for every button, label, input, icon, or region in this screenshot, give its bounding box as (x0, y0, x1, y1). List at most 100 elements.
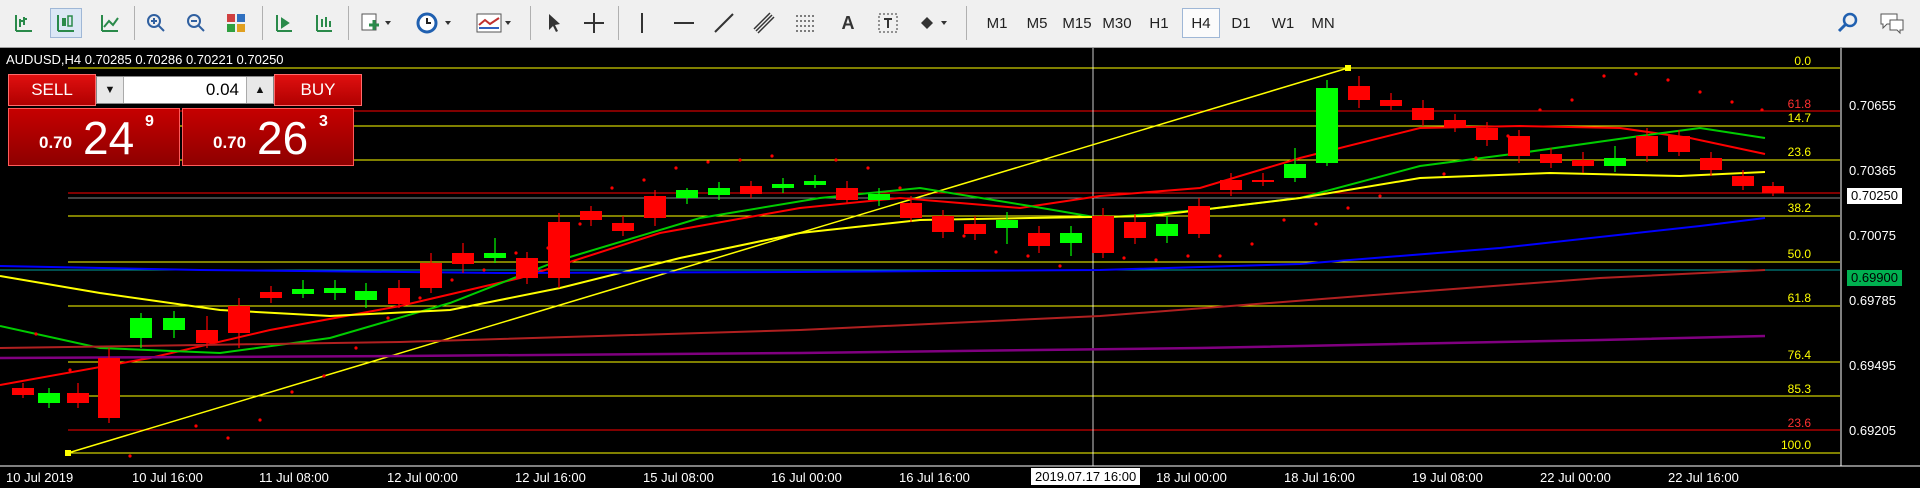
candlestick-icon[interactable] (50, 8, 82, 38)
fib-level-label: 0.0 (1794, 54, 1811, 68)
timeframe-m5[interactable]: M5 (1018, 8, 1056, 38)
sar-dot (1442, 172, 1446, 176)
text-label-icon[interactable] (872, 8, 904, 38)
candle-body (98, 358, 120, 418)
sar-dot (322, 374, 326, 378)
candle-body (1444, 120, 1466, 128)
text-icon[interactable]: A (832, 8, 864, 38)
candle-body (12, 388, 34, 395)
candle-body (964, 224, 986, 234)
lot-size-control: ▼ ▲ (96, 76, 274, 104)
timeframe-h4[interactable]: H4 (1182, 8, 1220, 38)
chart-shift-icon[interactable] (308, 8, 340, 38)
candle-body (228, 306, 250, 333)
equidistant-channel-icon[interactable] (748, 8, 780, 38)
cursor-icon[interactable] (538, 8, 570, 38)
fib-level-label: 61.8 (1787, 291, 1811, 305)
sar-dot (1122, 256, 1126, 260)
sell-price-box[interactable]: 0.70 24 9 (8, 108, 180, 166)
fibonacci-icon[interactable] (790, 8, 822, 38)
vertical-line-icon[interactable] (626, 8, 658, 38)
horizontal-line-icon[interactable] (668, 8, 700, 38)
buy-button[interactable]: BUY (274, 74, 362, 106)
timeframe-w1[interactable]: W1 (1264, 8, 1302, 38)
sar-dot (290, 390, 294, 394)
buy-price-box[interactable]: 0.70 26 3 (182, 108, 354, 166)
candle-body (612, 223, 634, 231)
candle-body (1348, 86, 1370, 100)
chat-icon[interactable] (1874, 8, 1910, 38)
auto-scroll-icon[interactable] (268, 8, 300, 38)
candle-body (484, 253, 506, 258)
timeframe-d1[interactable]: D1 (1222, 8, 1260, 38)
periods-icon[interactable] (410, 8, 460, 38)
sar-dot (1154, 258, 1158, 262)
time-axis-label: 12 Jul 00:00 (387, 470, 458, 485)
crosshair-icon[interactable] (578, 8, 610, 38)
fib-level-label: 23.6 (1787, 416, 1811, 430)
lot-increase-button[interactable]: ▲ (246, 77, 273, 103)
time-axis-label: 10 Jul 16:00 (132, 470, 203, 485)
sar-dot (1666, 78, 1670, 82)
price-chart[interactable]: AUDUSD,H4 0.70285 0.70286 0.70221 0.7025… (0, 48, 1920, 488)
time-axis-label: 18 Jul 16:00 (1284, 470, 1355, 485)
sar-dot (1378, 194, 1382, 198)
arrows-icon[interactable] (912, 8, 956, 38)
sar-dot (482, 268, 486, 272)
sar-dot (546, 246, 550, 250)
candle-body (67, 393, 89, 403)
sar-dot (706, 160, 710, 164)
sell-button[interactable]: SELL (8, 74, 96, 106)
templates-icon[interactable] (470, 8, 520, 38)
timeframe-m1[interactable]: M1 (978, 8, 1016, 38)
sar-dot (1570, 98, 1574, 102)
sar-dot (738, 158, 742, 162)
timeframe-m15[interactable]: M15 (1058, 8, 1096, 38)
line-chart-icon[interactable] (94, 8, 126, 38)
candle-body (1700, 158, 1722, 170)
candle-body (1380, 100, 1402, 106)
buy-price-prefix: 0.70 (213, 133, 247, 152)
zoom-out-icon[interactable] (180, 8, 212, 38)
zoom-in-icon[interactable] (140, 8, 172, 38)
lot-size-input[interactable] (125, 77, 243, 103)
price-axis-label: 0.69495 (1849, 358, 1896, 373)
sar-dot (386, 316, 390, 320)
time-axis-label: 12 Jul 16:00 (515, 470, 586, 485)
tile-windows-icon[interactable] (220, 8, 252, 38)
candle-body (1508, 136, 1530, 156)
sar-dot (226, 436, 230, 440)
fib-level-label: 76.4 (1787, 348, 1811, 362)
candle-body (772, 184, 794, 188)
candle-body (1668, 136, 1690, 152)
line-price-tag: 0.69900 (1847, 270, 1902, 286)
sar-dot (194, 424, 198, 428)
sar-dot (898, 186, 902, 190)
candle-body (1156, 224, 1178, 236)
sell-price-pips: 24 (83, 112, 135, 164)
price-axis-label: 0.70365 (1849, 163, 1896, 178)
sell-price-fraction: 9 (145, 113, 154, 130)
buy-price-fraction: 3 (319, 113, 328, 130)
fib-anchor (1345, 65, 1351, 71)
price-axis-label: 0.69205 (1849, 423, 1896, 438)
candle-body (324, 288, 346, 293)
sar-dot (128, 454, 132, 458)
candle-body (1060, 233, 1082, 243)
search-icon[interactable] (1832, 8, 1864, 38)
indicators-icon[interactable] (354, 8, 398, 38)
timeframe-m30[interactable]: M30 (1098, 8, 1136, 38)
candle-body (900, 203, 922, 218)
sar-dot (34, 332, 38, 336)
trendline-icon[interactable] (708, 8, 740, 38)
time-axis-label: 22 Jul 16:00 (1668, 470, 1739, 485)
candle-body (196, 330, 218, 343)
timeframe-mn[interactable]: MN (1304, 8, 1342, 38)
bar-chart-icon[interactable] (8, 8, 40, 38)
candle-body (1188, 206, 1210, 234)
lot-decrease-button[interactable]: ▼ (97, 77, 124, 103)
candle-body (804, 181, 826, 185)
fib-level-label: 50.0 (1787, 247, 1811, 261)
fib-level-label: 23.6 (1787, 145, 1811, 159)
timeframe-h1[interactable]: H1 (1140, 8, 1178, 38)
